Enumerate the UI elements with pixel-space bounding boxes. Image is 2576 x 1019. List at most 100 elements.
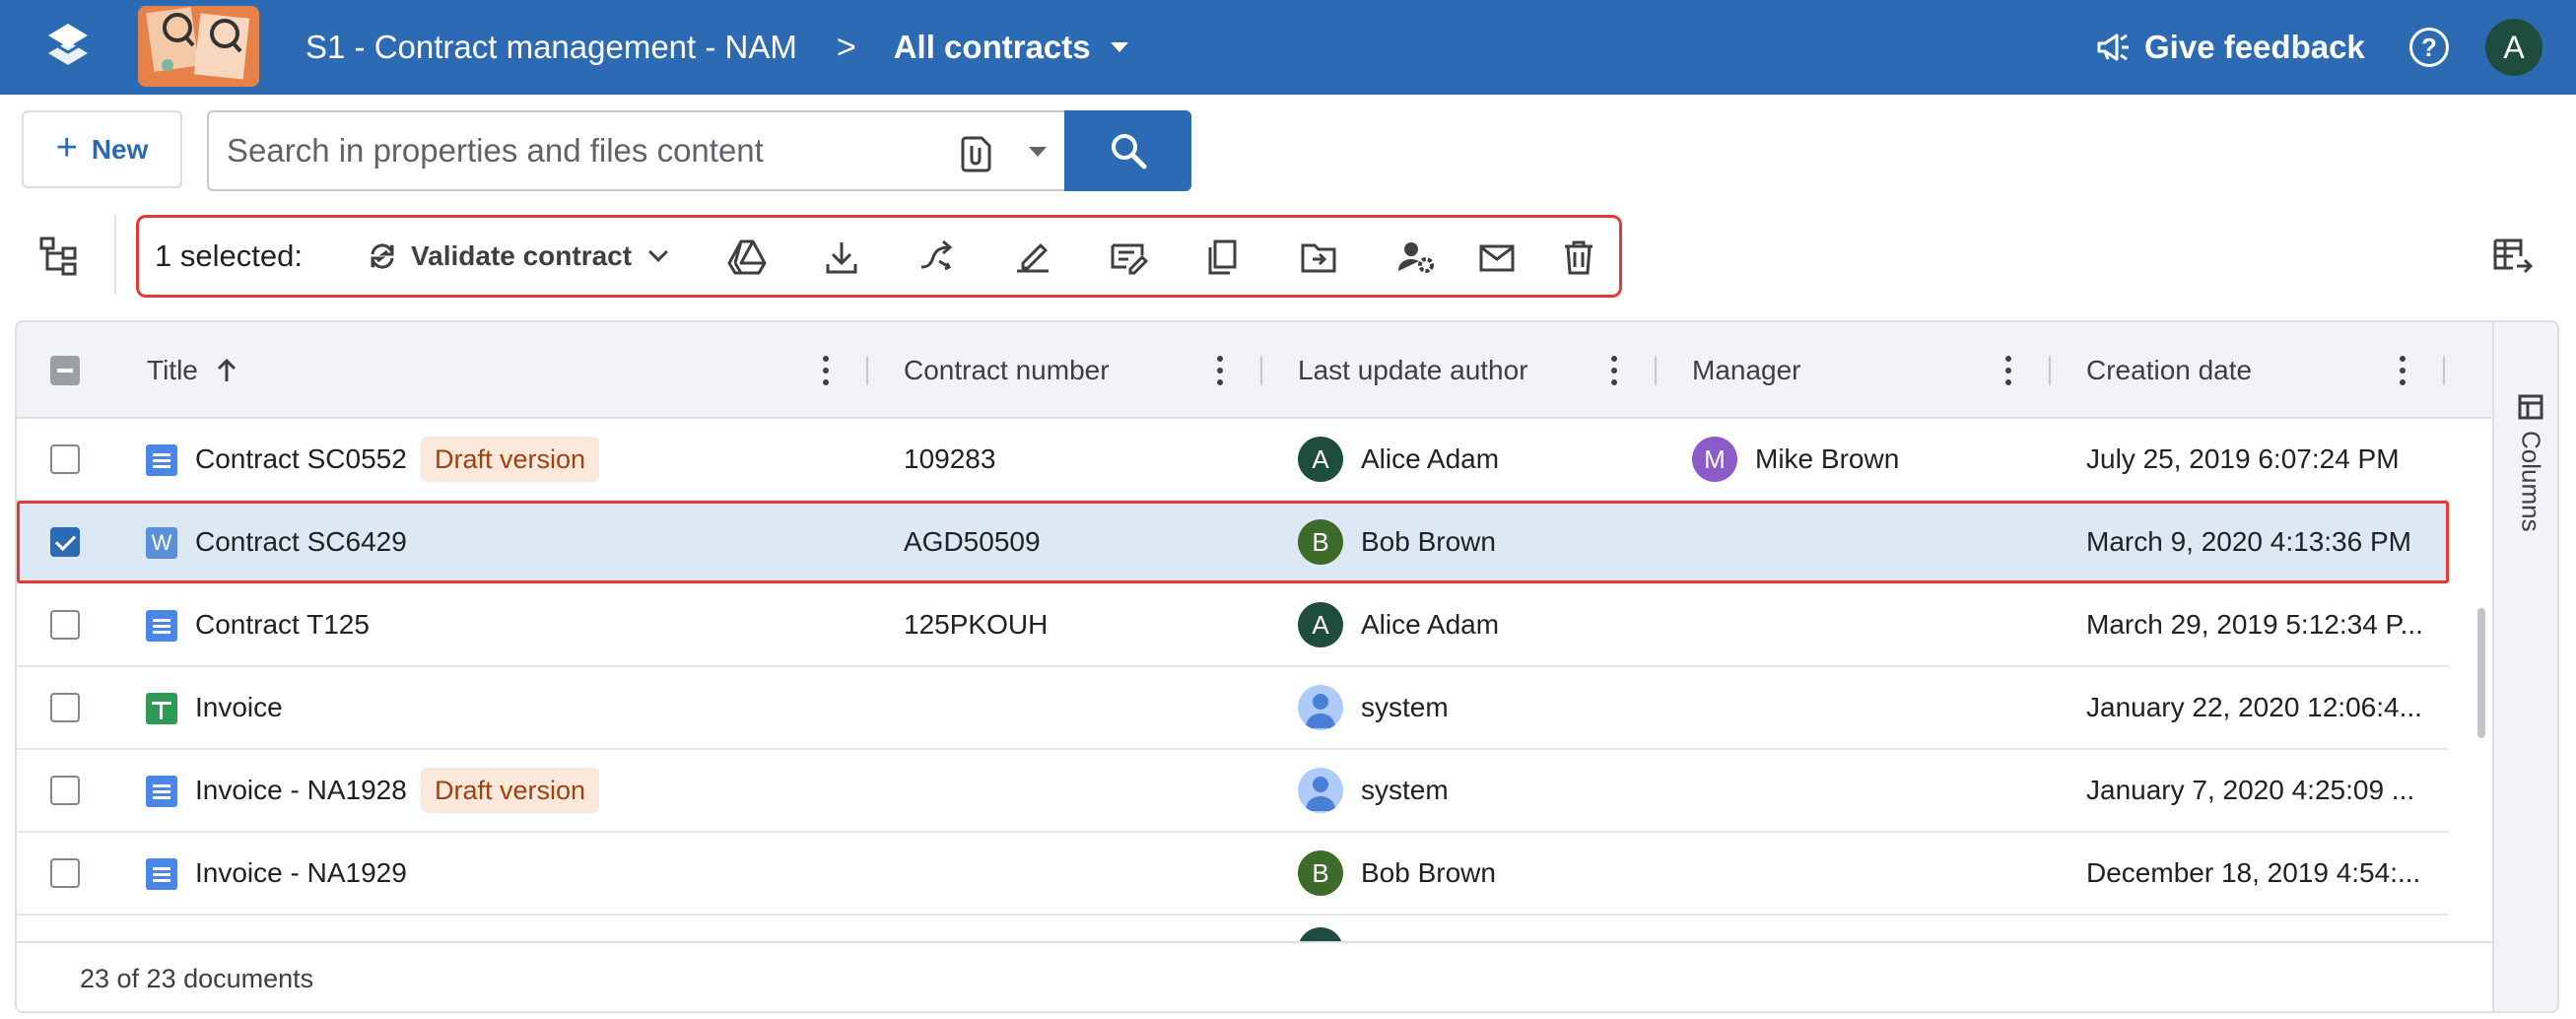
columns-panel-label: Columns	[2516, 431, 2546, 532]
column-title-label: Title	[147, 355, 198, 385]
table-row[interactable]: W Contract SC6429 AGD50509 B Bob Brown M…	[17, 502, 2449, 584]
move-to-folder-icon[interactable]	[1299, 238, 1338, 277]
export-table-icon[interactable]	[2491, 235, 2535, 278]
google-drive-icon[interactable]	[727, 238, 767, 277]
copy-icon[interactable]	[1203, 238, 1243, 277]
tree-view-icon[interactable]	[39, 235, 81, 276]
email-icon[interactable]	[1477, 238, 1517, 277]
column-menu-icon[interactable]	[823, 356, 829, 385]
table-row[interactable]: Invoice - NA1929 B Bob Brown December 18…	[17, 833, 2449, 916]
table-row[interactable]: Contract SC0552 Draft version 109283 A A…	[17, 419, 2449, 502]
document-file-icon	[146, 858, 177, 890]
avatar: B	[1298, 519, 1343, 565]
column-resizer[interactable]	[1655, 356, 1657, 385]
column-header-title[interactable]: Title	[147, 322, 237, 419]
row-checkbox[interactable]	[50, 693, 80, 722]
breadcrumb-workspace[interactable]: S1 - Contract management - NAM	[305, 29, 797, 66]
author-cell: Bob Brown	[1361, 526, 1496, 557]
row-checkbox[interactable]	[50, 858, 80, 888]
columns-panel-tab[interactable]: Columns	[2514, 393, 2547, 532]
select-all-checkbox[interactable]	[50, 356, 80, 385]
column-menu-icon[interactable]	[1217, 356, 1223, 385]
creation-date-cell: March 29, 2019 5:12:34 P...	[2086, 609, 2423, 640]
row-checkbox[interactable]	[50, 444, 80, 474]
sign-icon[interactable]	[1013, 238, 1052, 277]
document-file-icon	[146, 776, 177, 807]
avatar: M	[1692, 437, 1737, 482]
table-row[interactable]	[17, 916, 2449, 973]
search-input[interactable]	[227, 126, 916, 175]
app-header: S1 - Contract management - NAM > All con…	[0, 0, 2576, 95]
row-checkbox[interactable]	[50, 776, 80, 805]
draft-version-badge: Draft version	[421, 437, 600, 482]
vertical-scrollbar[interactable]	[2477, 608, 2485, 738]
contract-number-cell: 109283	[904, 443, 996, 474]
user-avatar[interactable]: A	[2485, 19, 2542, 76]
breadcrumb-separator: >	[836, 28, 856, 66]
column-resizer[interactable]	[2443, 356, 2445, 385]
search-scope-caret-icon[interactable]	[1029, 147, 1047, 157]
sort-ascending-icon[interactable]	[216, 358, 237, 383]
author-cell: Bob Brown	[1361, 857, 1496, 888]
column-menu-icon[interactable]	[2005, 356, 2011, 385]
contract-number-cell: AGD50509	[904, 526, 1041, 557]
creation-date-cell: July 25, 2019 6:07:24 PM	[2086, 443, 2400, 474]
row-checkbox[interactable]	[50, 527, 80, 557]
app-logo-icon[interactable]	[45, 22, 91, 73]
give-feedback-label: Give feedback	[2144, 29, 2365, 65]
validate-contract-label: Validate contract	[411, 240, 633, 271]
avatar: A	[1298, 437, 1343, 482]
new-button-label: New	[91, 133, 149, 165]
document-title[interactable]: Invoice - NA1929	[195, 833, 407, 914]
row-checkbox[interactable]	[50, 610, 80, 640]
table-row[interactable]: Contract T125 125PKOUH A Alice Adam Marc…	[17, 584, 2449, 667]
document-file-icon	[146, 444, 177, 476]
document-title[interactable]: Contract SC0552	[195, 419, 407, 500]
help-icon[interactable]: ?	[2409, 28, 2449, 67]
column-menu-icon[interactable]	[1611, 356, 1617, 385]
table-row[interactable]: Invoice - NA1928 Draft version system Ja…	[17, 750, 2449, 833]
sync-icon	[371, 243, 394, 269]
document-file-icon	[146, 610, 177, 642]
column-header-manager[interactable]: Manager	[1692, 322, 1801, 419]
column-header-contract-number[interactable]: Contract number	[904, 322, 1110, 419]
delete-icon[interactable]	[1559, 238, 1598, 277]
document-title[interactable]: Contract SC6429	[195, 502, 407, 582]
new-button[interactable]: + New	[22, 110, 182, 188]
avatar: B	[1298, 850, 1343, 896]
selection-action-bar: 1 selected: Validate contract	[136, 215, 1622, 298]
column-resizer[interactable]	[1260, 356, 1262, 385]
table-row[interactable]: Invoice system January 22, 2020 12:06:4.…	[17, 667, 2449, 750]
validate-contract-button[interactable]: Validate contract	[368, 240, 668, 272]
megaphone-icon	[2097, 34, 2129, 61]
column-resizer[interactable]	[866, 356, 868, 385]
spreadsheet-file-icon	[146, 693, 177, 724]
author-cell: Alice Adam	[1361, 443, 1500, 474]
download-icon[interactable]	[822, 238, 861, 277]
document-title[interactable]: Contract T125	[195, 584, 370, 665]
search-button[interactable]	[1064, 110, 1191, 191]
column-header-last-update-author[interactable]: Last update author	[1298, 322, 1528, 419]
column-menu-icon[interactable]	[2400, 356, 2406, 385]
give-feedback-button[interactable]: Give feedback	[2095, 0, 2365, 95]
manage-access-icon[interactable]	[1396, 238, 1436, 277]
author-cell: system	[1361, 775, 1449, 805]
search-box	[207, 110, 1066, 191]
chevron-down-icon	[648, 242, 668, 262]
documents-grid: Title Contract number Last update author…	[15, 320, 2559, 1013]
author-cell: Alice Adam	[1361, 609, 1500, 640]
view-selector[interactable]: All contracts	[894, 29, 1091, 66]
attachment-file-icon[interactable]	[954, 132, 993, 173]
creation-date-cell: January 7, 2020 4:25:09 ...	[2086, 775, 2415, 805]
document-title[interactable]: Invoice - NA1928	[195, 750, 407, 831]
chevron-down-icon[interactable]	[1110, 42, 1128, 52]
document-count: 23 of 23 documents	[80, 964, 314, 993]
plus-icon: +	[55, 126, 78, 169]
column-resizer[interactable]	[2049, 356, 2051, 385]
word-file-icon: W	[146, 527, 177, 559]
document-title[interactable]: Invoice	[195, 667, 283, 748]
move-icon[interactable]	[917, 238, 957, 277]
workspace-thumbnail-image[interactable]	[138, 6, 259, 87]
column-header-creation-date[interactable]: Creation date	[2086, 322, 2252, 419]
edit-properties-icon[interactable]	[1109, 238, 1148, 277]
